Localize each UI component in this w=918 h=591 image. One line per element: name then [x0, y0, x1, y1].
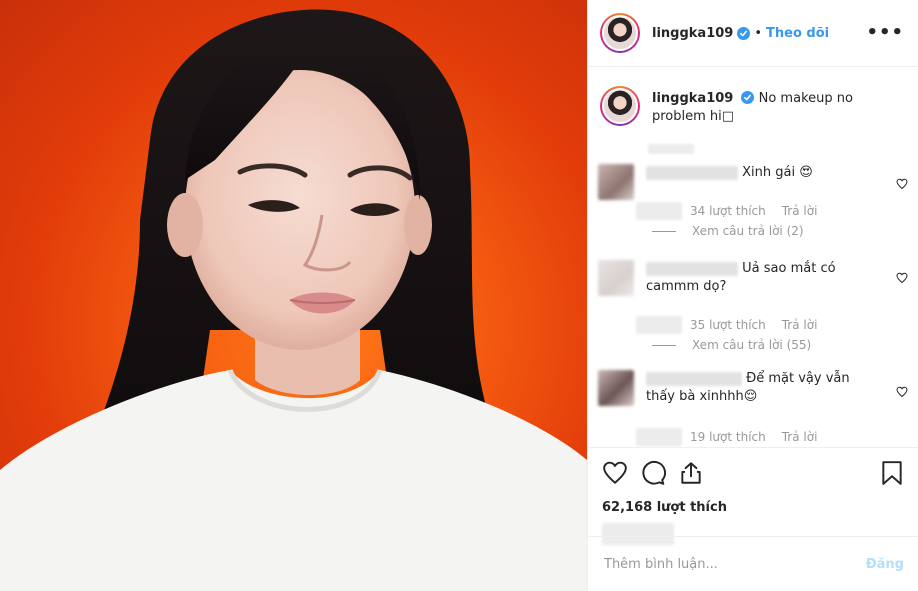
caption-username[interactable]: linggka109 — [652, 91, 733, 106]
comment-body: Để mặt vậy vẫn thấy bà xinhhh😌 — [646, 370, 876, 406]
comment-item: Để mặt vậy vẫn thấy bà xinhhh😌 — [598, 370, 904, 406]
separator-dot: • — [754, 25, 763, 41]
blurred-username[interactable] — [646, 371, 742, 386]
comment-meta: 19 lượt thích Trả lời — [636, 428, 817, 446]
add-comment-bar: Đăng — [588, 536, 918, 591]
comment-likes[interactable]: 34 lượt thích — [690, 204, 766, 218]
comment-icon[interactable] — [640, 460, 666, 486]
blurred-username[interactable] — [646, 261, 738, 276]
verified-badge-icon — [741, 91, 755, 104]
action-icons-row — [602, 458, 904, 488]
post-photo[interactable] — [0, 0, 587, 591]
like-comment-heart-icon[interactable] — [896, 272, 908, 284]
follow-button[interactable]: Theo dõi — [766, 26, 829, 41]
commenter-avatar[interactable] — [598, 164, 634, 200]
caption-avatar[interactable] — [600, 86, 640, 126]
view-replies-button[interactable]: Xem câu trả lời (2) — [652, 224, 804, 238]
bookmark-icon[interactable] — [880, 460, 904, 486]
comment-likes[interactable]: 19 lượt thích — [690, 430, 766, 444]
like-comment-heart-icon[interactable] — [896, 178, 908, 190]
post-side-panel: linggka109 • Theo dõi ••• linggka109 No … — [587, 0, 918, 591]
blurred-timestamp — [648, 144, 694, 154]
more-options-icon[interactable]: ••• — [866, 24, 904, 42]
verified-badge-icon — [737, 26, 751, 40]
comments-list[interactable]: linggka109 No makeup no problem hi□ Xinh… — [588, 68, 918, 448]
username-link[interactable]: linggka109 — [652, 26, 733, 41]
caption-text: linggka109 No makeup no problem hi□ — [652, 86, 902, 126]
view-replies-button[interactable]: Xem câu trả lời (55) — [652, 338, 811, 352]
blurred-timestamp — [636, 316, 682, 334]
comment-body: Xinh gái 😍 — [646, 164, 876, 200]
comment-text: Xinh gái 😍 — [742, 165, 813, 180]
comment-item: Xinh gái 😍 — [598, 164, 904, 200]
blurred-username[interactable] — [646, 165, 738, 180]
reply-button[interactable]: Trả lời — [782, 430, 818, 444]
replies-divider-line — [652, 344, 676, 346]
heart-icon[interactable] — [602, 460, 628, 486]
commenter-avatar[interactable] — [598, 260, 634, 296]
comment-body: Uả sao mắt có cammm dọ? — [646, 260, 876, 296]
view-replies-label: Xem câu trả lời (55) — [692, 338, 812, 352]
reply-button[interactable]: Trả lời — [782, 204, 818, 218]
like-comment-heart-icon[interactable] — [896, 386, 908, 398]
replies-divider-line — [652, 230, 676, 232]
post-caption: linggka109 No makeup no problem hi□ — [600, 86, 904, 126]
comment-meta: 34 lượt thích Trả lời — [636, 202, 817, 220]
blurred-timestamp — [636, 428, 682, 446]
post-header: linggka109 • Theo dõi ••• — [588, 0, 918, 67]
likes-count[interactable]: 62,168 lượt thích — [602, 500, 904, 515]
instagram-post: linggka109 • Theo dõi ••• linggka109 No … — [0, 0, 918, 591]
view-replies-label: Xem câu trả lời (2) — [692, 224, 804, 238]
comment-input[interactable] — [604, 556, 866, 572]
comment-likes[interactable]: 35 lượt thích — [690, 318, 766, 332]
avatar[interactable] — [600, 13, 640, 53]
commenter-avatar[interactable] — [598, 370, 634, 406]
comment-item: Uả sao mắt có cammm dọ? — [598, 260, 904, 296]
reply-button[interactable]: Trả lời — [782, 318, 818, 332]
avatar-image — [602, 88, 638, 124]
blurred-timestamp — [636, 202, 682, 220]
post-comment-button[interactable]: Đăng — [866, 557, 904, 572]
post-actions: 62,168 lượt thích — [588, 447, 918, 545]
avatar-image — [602, 15, 638, 51]
portrait-illustration — [0, 9, 587, 591]
comment-meta: 35 lượt thích Trả lời — [636, 316, 817, 334]
share-icon[interactable] — [678, 460, 704, 486]
